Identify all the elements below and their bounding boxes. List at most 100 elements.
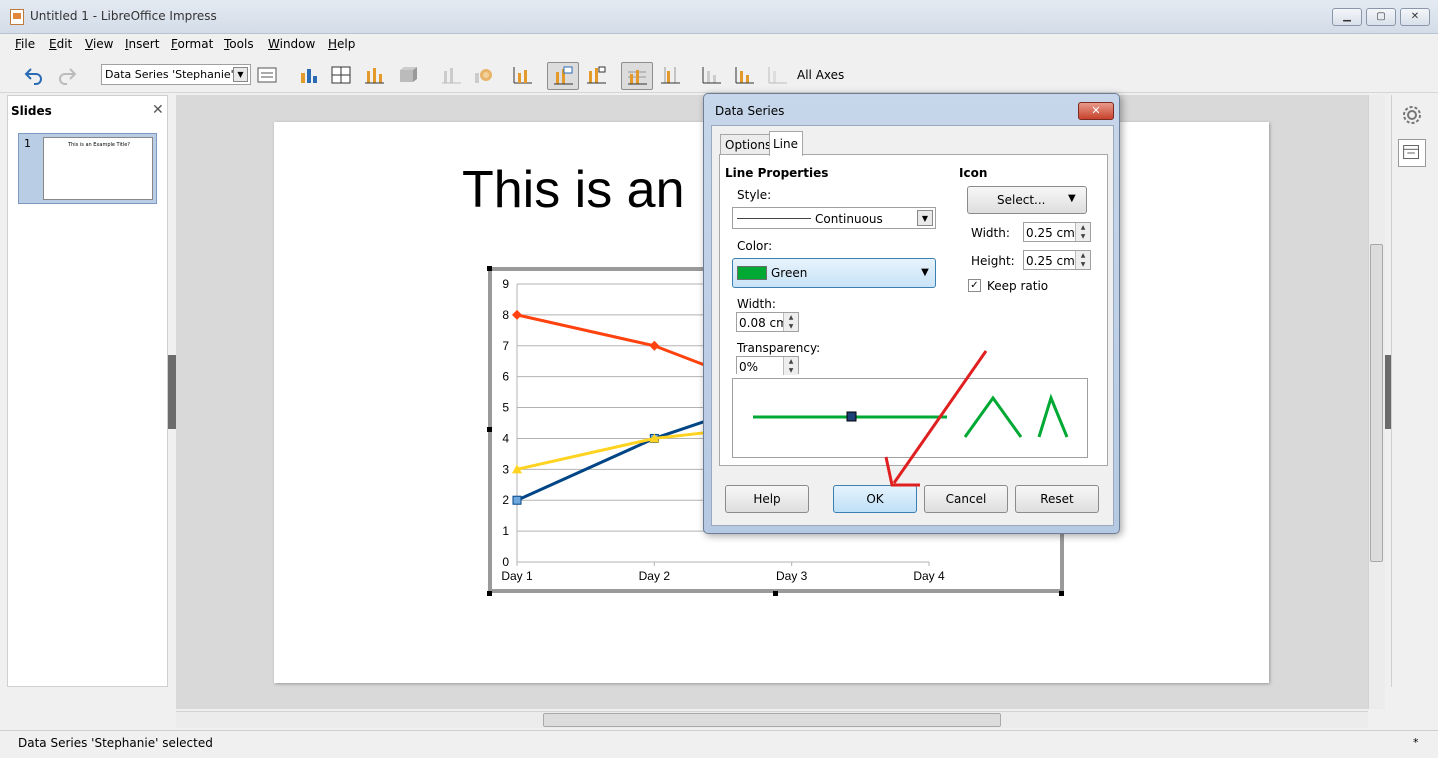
status-text: Data Series 'Stephanie' selected: [18, 736, 213, 750]
y-axis-icon[interactable]: [733, 65, 755, 85]
close-window-button[interactable]: ✕: [1400, 8, 1430, 26]
properties-panel-icon[interactable]: [1398, 139, 1426, 167]
preview-joint-narrow: [1037, 393, 1069, 438]
transparency-value: 0%: [739, 360, 759, 374]
menu-insert[interactable]: Insert: [125, 37, 159, 51]
icon-width-value: 0.25 cm: [1026, 226, 1075, 240]
tab-options[interactable]: Options: [720, 134, 771, 155]
line-properties-heading: Line Properties: [725, 166, 829, 180]
status-bar: Data Series 'Stephanie' selected *: [0, 730, 1438, 754]
impress-app-icon: [10, 9, 24, 25]
keep-ratio-checkbox[interactable]: ✓: [968, 279, 981, 292]
spinner-buttons[interactable]: ▲ ▼: [1075, 223, 1090, 241]
minimize-button[interactable]: ▁: [1332, 8, 1362, 26]
menu-view[interactable]: View: [85, 37, 113, 51]
chevron-down-icon: ▼: [921, 267, 929, 278]
chart-area-toggle[interactable]: [547, 62, 579, 90]
selection-handle: [487, 591, 492, 596]
menu-format[interactable]: Format: [171, 37, 213, 51]
x-tick-label: Day 1: [501, 569, 533, 583]
dialog-close-button[interactable]: ✕: [1078, 102, 1114, 120]
y-tick-label: 7: [502, 339, 509, 353]
line-color-value: Green: [771, 266, 808, 280]
3d-view-icon[interactable]: [396, 65, 418, 85]
y-tick-label: 1: [502, 524, 509, 538]
format-selection-icon[interactable]: [256, 65, 278, 85]
line-width-label: Width:: [737, 297, 776, 311]
vertical-scrollbar-thumb[interactable]: [1370, 244, 1383, 562]
window-title: Untitled 1 - LibreOffice Impress: [30, 9, 217, 23]
transparency-label: Transparency:: [737, 341, 821, 355]
document-modified-indicator: *: [1413, 736, 1419, 749]
reset-button[interactable]: Reset: [1015, 485, 1099, 513]
icon-width-spinner[interactable]: 0.25 cm ▲ ▼: [1023, 222, 1091, 242]
close-icon[interactable]: ✕: [152, 102, 164, 118]
x-tick-label: Day 2: [639, 569, 671, 583]
y-tick-label: 3: [502, 462, 509, 476]
preview-icon-marker: [846, 411, 857, 422]
help-button[interactable]: Help: [725, 485, 809, 513]
menu-help[interactable]: Help: [328, 37, 355, 51]
x-tick-label: Day 3: [776, 569, 808, 583]
menu-window[interactable]: Window: [268, 37, 315, 51]
icon-height-value: 0.25 cm: [1026, 254, 1075, 268]
keep-ratio-label: Keep ratio: [987, 279, 1049, 293]
horizontal-scrollbar-thumb[interactable]: [543, 713, 1001, 727]
line-style-select[interactable]: Continuous ▼: [732, 207, 936, 229]
slide-thumbnail-item[interactable]: 1 This is an Example Title?: [18, 133, 157, 204]
legend-on-off-toggle[interactable]: [621, 62, 653, 90]
chevron-down-icon: ▼: [917, 210, 933, 226]
menu-file[interactable]: File: [15, 37, 35, 51]
data-ranges-icon[interactable]: [363, 65, 385, 85]
slide-title: This is an: [462, 161, 685, 219]
slide-thumbnail: This is an Example Title?: [43, 137, 153, 200]
y-tick-label: 6: [502, 370, 509, 384]
tab-line[interactable]: Line: [769, 131, 803, 156]
data-table-icon[interactable]: [330, 65, 352, 85]
y-tick-label: 2: [502, 493, 509, 507]
slides-pane: Slides ✕ 1 This is an Example Title?: [7, 95, 168, 687]
x-axis-icon[interactable]: [700, 65, 722, 85]
y-tick-label: 4: [502, 431, 509, 445]
slide-thumbnail-title: This is an Example Title?: [68, 142, 130, 148]
spinner-buttons[interactable]: ▲ ▼: [1075, 251, 1090, 269]
redo-icon[interactable]: [56, 65, 78, 85]
slide-number: 1: [24, 137, 31, 150]
left-pane-splitter[interactable]: [168, 355, 176, 429]
selection-handle: [487, 266, 492, 271]
menu-bar: File Edit View Insert Format Tools Windo…: [0, 34, 1438, 56]
icon-height-label: Height:: [971, 254, 1015, 268]
gear-icon[interactable]: [1400, 103, 1424, 127]
menu-tools[interactable]: Tools: [224, 37, 254, 51]
insert-legend-icon[interactable]: [440, 65, 462, 85]
maximize-button[interactable]: ▢: [1366, 8, 1396, 26]
spinner-buttons[interactable]: ▲ ▼: [783, 357, 798, 375]
series-point: [512, 309, 522, 320]
undo-icon[interactable]: [23, 65, 45, 85]
icon-width-label: Width:: [971, 226, 1010, 240]
line-color-select[interactable]: Green ▼: [732, 258, 936, 288]
red-annotation-arrow: [884, 350, 988, 487]
color-label: Color:: [737, 239, 773, 253]
menu-edit[interactable]: Edit: [49, 37, 72, 51]
y-tick-label: 5: [502, 401, 509, 415]
spinner-buttons[interactable]: ▲ ▼: [783, 313, 798, 331]
chart-element-select[interactable]: Data Series 'Stephanie' ▼: [101, 64, 251, 85]
line-width-value: 0.08 cm: [739, 316, 788, 330]
x-tick-label: Day 4: [913, 569, 945, 583]
transparency-spinner[interactable]: 0% ▲ ▼: [736, 356, 799, 375]
icon-select-button[interactable]: Select... ▼: [967, 186, 1087, 214]
line-style-value: Continuous: [815, 212, 883, 226]
line-width-spinner[interactable]: 0.08 cm ▲ ▼: [736, 312, 799, 332]
chevron-down-icon: ▼: [233, 67, 248, 82]
all-axes-button[interactable]: All Axes: [797, 68, 844, 82]
insert-axes-icon[interactable]: [511, 65, 533, 85]
insert-data-labels-icon[interactable]: [472, 65, 494, 85]
vertical-grids-icon[interactable]: [659, 65, 681, 85]
y-tick-label: 8: [502, 308, 509, 322]
chart-type-icon[interactable]: [298, 65, 320, 85]
secondary-axis-icon[interactable]: [766, 65, 788, 85]
icon-height-spinner[interactable]: 0.25 cm ▲ ▼: [1023, 250, 1091, 270]
horizontal-grids-icon[interactable]: [585, 65, 607, 85]
slides-pane-title: Slides: [11, 104, 52, 118]
